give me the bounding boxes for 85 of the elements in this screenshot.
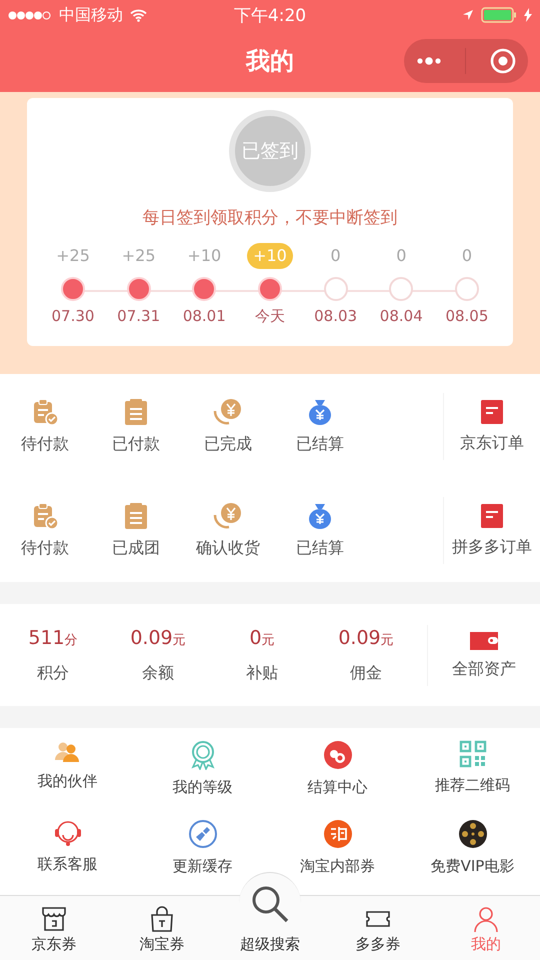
service-item[interactable]: 结算中心 (270, 740, 405, 812)
order-status-item[interactable]: 已成团 (90, 502, 182, 558)
points-label: 0 (460, 245, 474, 267)
service-item[interactable]: 我的等级 (135, 740, 270, 812)
wifi-icon (130, 8, 147, 22)
points-label: 0 (395, 245, 408, 267)
status-time: 下午4:20 (234, 4, 306, 26)
signal-icon (8, 10, 52, 20)
money-bag-icon (307, 502, 333, 530)
service-item[interactable]: 联系客服 (0, 818, 135, 891)
people-icon (54, 740, 82, 764)
clipboard-check-icon (31, 398, 59, 426)
asset-stat[interactable]: 0.09元 余额 (106, 626, 210, 684)
stat-value: 0 (249, 626, 262, 648)
order-status-item[interactable]: 确认收货 (182, 502, 274, 558)
close-icon[interactable] (490, 48, 516, 74)
carrier-name: 中国移动 (59, 4, 123, 26)
day-date: 07.31 (117, 307, 160, 325)
service-item[interactable]: 推荐二维码 (405, 740, 540, 812)
page-title: 我的 (246, 46, 294, 77)
order-list-icon (480, 398, 504, 424)
points-label: +25 (120, 245, 157, 267)
tab-bar-item[interactable]: 淘宝券 (108, 896, 216, 960)
asset-stat[interactable]: 0元 补贴 (210, 626, 314, 684)
order-link[interactable]: 拼多多订单 (443, 496, 540, 564)
stat-unit: 分 (64, 632, 78, 648)
order-status-item[interactable]: 已付款 (90, 398, 182, 454)
order-status-item[interactable]: 待付款 (0, 502, 90, 558)
stat-label: 余额 (142, 662, 174, 684)
clipboard-check-icon (31, 502, 59, 530)
shop-icon (40, 905, 68, 933)
points-label: +25 (55, 245, 91, 267)
qr-code-icon (458, 740, 486, 768)
points-badge: +10 (247, 243, 293, 269)
points-label: +10 (186, 245, 222, 267)
stat-unit: 元 (380, 632, 394, 648)
headset-icon (52, 818, 82, 846)
service-item[interactable]: 免费VIP电影 (405, 818, 540, 891)
stat-unit: 元 (262, 632, 275, 648)
round-badge-icon (322, 818, 352, 848)
stat-label: 积分 (37, 662, 69, 684)
yen-coin-icon (212, 502, 244, 530)
battery-icon (481, 7, 517, 23)
day-date: 今天 (254, 307, 285, 326)
day-date: 08.04 (380, 307, 423, 325)
charging-icon (524, 8, 532, 22)
order-status-item[interactable]: 待付款 (0, 398, 90, 454)
service-item[interactable]: 我的伙伴 (0, 740, 135, 812)
order-status-item[interactable]: 已完成 (182, 398, 274, 454)
tab-bar-item[interactable]: 多多券 (324, 896, 432, 960)
stat-value: 511 (28, 626, 65, 648)
points-label: 0 (330, 245, 342, 267)
asset-stat[interactable]: 511分 积分 (0, 626, 106, 684)
wallet-icon (469, 630, 499, 650)
service-item[interactable]: 更新缓存 (135, 818, 270, 891)
document-icon (123, 398, 149, 426)
day-date: 08.05 (445, 307, 488, 325)
film-reel-icon (458, 818, 488, 848)
day-date: 07.30 (52, 307, 94, 325)
service-item[interactable]: 淘宝内部券 (270, 818, 405, 891)
brush-icon (188, 818, 218, 848)
document-icon (123, 502, 149, 530)
money-bag-icon (307, 398, 333, 426)
stat-value: 0.09 (130, 626, 173, 648)
all-assets-link[interactable]: 全部资产 (427, 624, 540, 686)
search-icon (250, 884, 290, 924)
order-list-icon (480, 502, 504, 528)
order-status-item[interactable]: 已结算 (274, 502, 366, 558)
day-date: 08.03 (314, 307, 358, 325)
day-date: 08.01 (182, 307, 226, 325)
order-link[interactable]: 京东订单 (443, 392, 540, 460)
yen-coin-icon (212, 398, 244, 426)
medal-icon (188, 740, 216, 770)
person-icon (472, 905, 500, 933)
signin-hint: 每日签到领取积分，不要中断签到 (142, 207, 398, 229)
asset-stat[interactable]: 0.09元 佣金 (314, 626, 418, 684)
more-icon[interactable] (416, 56, 442, 66)
stat-value: 0.09 (338, 626, 381, 648)
shopping-bag-icon (148, 905, 176, 933)
stat-label: 补贴 (246, 662, 278, 684)
stat-label: 佣金 (350, 662, 382, 684)
location-icon (462, 9, 474, 21)
tab-bar-item[interactable]: 京东券 (0, 896, 108, 960)
stat-unit: 元 (172, 632, 186, 648)
order-status-item[interactable]: 已结算 (274, 398, 366, 454)
